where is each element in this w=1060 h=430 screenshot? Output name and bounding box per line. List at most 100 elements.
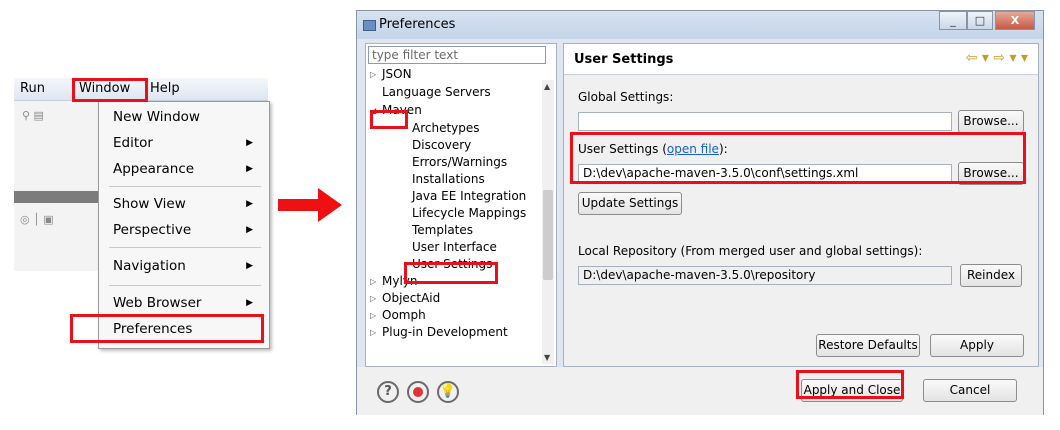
page-title: User Settings bbox=[574, 52, 674, 67]
global-browse-button[interactable]: Browse... bbox=[958, 110, 1024, 133]
tree-item[interactable]: ▷ JSON bbox=[370, 66, 412, 82]
preferences-dialog: Preferences _ □ X type filter text ▷ JSON… bbox=[356, 10, 1044, 415]
expand-arrow-icon[interactable]: ▷ bbox=[370, 274, 376, 290]
scrollbar-thumb[interactable] bbox=[543, 190, 553, 280]
submenu-arrow-icon: ▶ bbox=[246, 298, 253, 308]
minimize-button[interactable]: _ bbox=[939, 11, 967, 30]
menu-item-perspective[interactable]: Perspective ▶ bbox=[113, 218, 263, 242]
scroll-down-icon[interactable]: ▼ bbox=[544, 353, 550, 362]
tree-item-label: ObjectAid bbox=[382, 291, 441, 305]
menu-item-label: Perspective bbox=[113, 222, 192, 238]
window-controls: _ □ X bbox=[937, 11, 1037, 31]
submenu-arrow-icon: ▶ bbox=[246, 199, 253, 209]
toolbar-icon[interactable]: ⚲ ▤ bbox=[22, 109, 44, 122]
window-icon bbox=[363, 20, 376, 31]
eclipse-window-menu: Run Window Help ⚲ ▤ ◎ │ ▣ New Window Edi… bbox=[14, 78, 270, 349]
menu-separator bbox=[109, 285, 261, 286]
tree-item[interactable]: Language Servers bbox=[382, 84, 491, 100]
tree-item-label: Errors/Warnings bbox=[412, 155, 508, 169]
tree-item-label: Plug-in Development bbox=[382, 325, 508, 339]
highlight-apply-and-close bbox=[796, 370, 904, 399]
tree-item-label: Java EE Integration bbox=[412, 189, 527, 203]
tree-item-label: Templates bbox=[412, 223, 474, 237]
toolbar-icon[interactable]: ◎ │ ▣ bbox=[20, 213, 54, 226]
menu-item-new-window[interactable]: New Window bbox=[113, 105, 263, 129]
submenu-arrow-icon: ▶ bbox=[246, 164, 253, 174]
apply-button[interactable]: Apply bbox=[930, 334, 1024, 357]
submenu-arrow-icon: ▶ bbox=[246, 225, 253, 235]
restore-defaults-button[interactable]: Restore Defaults bbox=[816, 334, 920, 357]
scroll-up-icon[interactable]: ▲ bbox=[544, 82, 550, 91]
menu-item-label: Web Browser bbox=[113, 295, 202, 311]
record-icon[interactable] bbox=[407, 381, 429, 403]
menu-item-label: New Window bbox=[113, 109, 200, 125]
highlight-user-settings-field bbox=[570, 132, 1026, 184]
highlight-maven-node bbox=[370, 110, 408, 129]
tree-item[interactable]: Lifecycle Mappings bbox=[412, 205, 526, 221]
menu-separator bbox=[109, 247, 261, 248]
lightbulb-icon[interactable]: 💡 bbox=[437, 381, 459, 403]
cancel-button[interactable]: Cancel bbox=[923, 379, 1017, 402]
highlight-window-menu bbox=[72, 78, 148, 102]
menu-item-show-view[interactable]: Show View ▶ bbox=[113, 192, 263, 216]
tree-item[interactable]: Errors/Warnings bbox=[412, 154, 507, 170]
expand-arrow-icon[interactable]: ▷ bbox=[370, 325, 376, 341]
reindex-button[interactable]: Reindex bbox=[960, 264, 1022, 287]
dialog-button-bar: ? 💡 Apply and Close Cancel bbox=[357, 367, 1043, 415]
tree-item-label: Language Servers bbox=[382, 85, 491, 99]
preferences-tree-panel: type filter text ▷ JSON Language Servers ◢ M… bbox=[365, 43, 557, 367]
close-button[interactable]: X bbox=[995, 11, 1035, 30]
filter-input[interactable]: type filter text bbox=[368, 46, 546, 64]
menu-item-navigation[interactable]: Navigation ▶ bbox=[113, 254, 263, 278]
dialog-title: Preferences bbox=[379, 17, 456, 32]
menu-run[interactable]: Run bbox=[20, 80, 45, 98]
tree-item[interactable]: Archetypes bbox=[412, 120, 480, 136]
right-arrow-icon bbox=[278, 188, 342, 222]
user-settings-page: User Settings ⇦ ▾ ⇨ ▾ ▾ Global Settings:… bbox=[563, 43, 1039, 367]
toolbar-strip: ⚲ ▤ ◎ │ ▣ bbox=[14, 101, 100, 271]
menu-item-appearance[interactable]: Appearance ▶ bbox=[113, 157, 263, 181]
help-icon[interactable]: ? bbox=[377, 381, 399, 403]
tree-item-label: JSON bbox=[382, 67, 412, 81]
menu-item-label: Editor bbox=[113, 135, 153, 151]
menu-item-web-browser[interactable]: Web Browser ▶ bbox=[113, 291, 263, 315]
highlight-preferences-item bbox=[70, 314, 264, 343]
expand-arrow-icon[interactable]: ▷ bbox=[370, 308, 376, 324]
global-settings-field[interactable] bbox=[578, 112, 952, 131]
dialog-titlebar[interactable]: Preferences _ □ X bbox=[357, 11, 1043, 39]
tree-scrollbar[interactable]: ▲ ▼ bbox=[542, 80, 554, 364]
page-header: User Settings ⇦ ▾ ⇨ ▾ ▾ bbox=[564, 44, 1038, 75]
toolbar-divider bbox=[14, 191, 100, 203]
menu-help[interactable]: Help bbox=[150, 80, 180, 98]
update-settings-button[interactable]: Update Settings bbox=[578, 192, 682, 215]
tree-item-label: Lifecycle Mappings bbox=[412, 206, 527, 220]
submenu-arrow-icon: ▶ bbox=[246, 138, 253, 148]
tree-item[interactable]: ▷ ObjectAid bbox=[370, 290, 441, 306]
local-repository-label: Local Repository (From merged user and g… bbox=[578, 244, 923, 258]
expand-arrow-icon[interactable]: ▷ bbox=[370, 67, 376, 83]
global-settings-label: Global Settings: bbox=[578, 90, 674, 104]
tree-item[interactable]: ▷ Plug-in Development bbox=[370, 324, 508, 340]
tree-item-label: Oomph bbox=[382, 308, 426, 322]
menu-item-label: Show View bbox=[113, 196, 186, 212]
local-repository-field: D:\dev\apache-maven-3.5.0\repository bbox=[578, 266, 952, 285]
submenu-arrow-icon: ▶ bbox=[246, 261, 253, 271]
menu-item-editor[interactable]: Editor ▶ bbox=[113, 131, 263, 155]
window-dropdown-menu: New Window Editor ▶ Appearance ▶ Show Vi… bbox=[98, 101, 270, 349]
tree-item-label: User Interface bbox=[412, 240, 497, 254]
expand-arrow-icon[interactable]: ▷ bbox=[370, 291, 376, 307]
tree-item[interactable]: Templates bbox=[412, 222, 473, 238]
tree-item[interactable]: Java EE Integration bbox=[412, 188, 526, 204]
menu-separator bbox=[109, 186, 261, 187]
tree-item[interactable]: User Interface bbox=[412, 239, 497, 255]
maximize-button[interactable]: □ bbox=[967, 11, 993, 30]
tree-item[interactable]: ▷ Oomph bbox=[370, 307, 426, 323]
tree-item[interactable]: Installations bbox=[412, 171, 485, 187]
menu-item-label: Appearance bbox=[113, 161, 195, 177]
tree-item-label: Discovery bbox=[412, 138, 472, 152]
tree-item-label: Archetypes bbox=[412, 121, 480, 135]
menu-item-label: Navigation bbox=[113, 258, 186, 274]
tree-item[interactable]: Discovery bbox=[412, 137, 471, 153]
highlight-user-settings-node bbox=[404, 262, 498, 284]
nav-back-forward-icons[interactable]: ⇦ ▾ ⇨ ▾ ▾ bbox=[966, 50, 1028, 66]
